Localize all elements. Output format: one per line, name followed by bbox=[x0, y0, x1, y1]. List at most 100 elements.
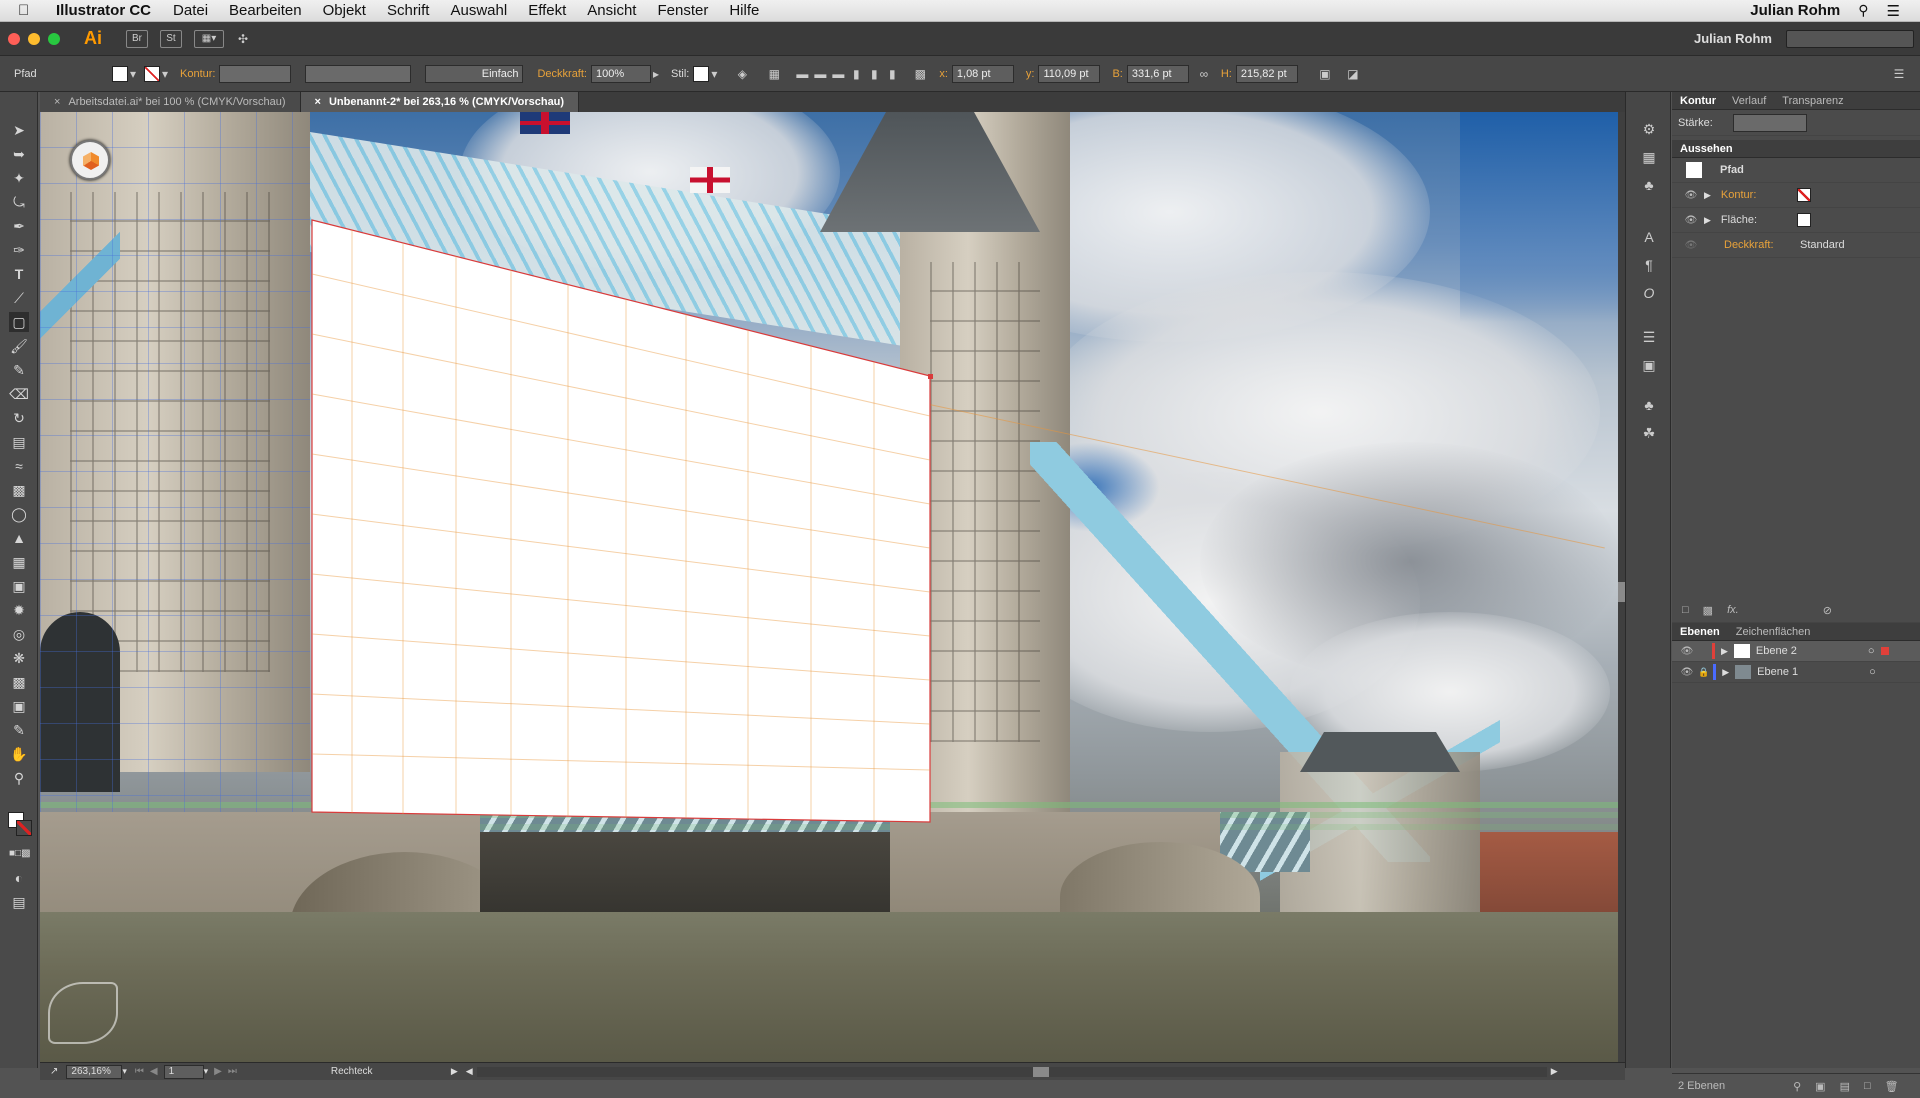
scroll-left-icon[interactable]: ◀ bbox=[466, 1066, 473, 1077]
stroke-color-chip[interactable] bbox=[16, 820, 32, 836]
close-tab-icon[interactable]: × bbox=[54, 96, 60, 108]
paragraph-icon[interactable]: ¶ bbox=[1640, 256, 1658, 274]
tab-verlauf[interactable]: Verlauf bbox=[1732, 95, 1766, 107]
add-fill-icon[interactable]: ▩ bbox=[1703, 604, 1713, 617]
export-icon[interactable]: ↗ bbox=[50, 1066, 58, 1077]
arrange-documents-icon[interactable]: ▦▾ bbox=[194, 29, 224, 48]
tab-unbenannt-2[interactable]: × Unbenannt-2* bei 263,16 % (CMYK/Vorsch… bbox=[300, 92, 580, 112]
appearance-row-fill[interactable]: 👁 ▶ Fläche: bbox=[1672, 208, 1920, 233]
stroke-none-swatch[interactable] bbox=[1796, 188, 1811, 202]
menu-effekt[interactable]: Effekt bbox=[528, 2, 566, 19]
zoom-dropdown-icon[interactable]: ▾ bbox=[122, 1066, 127, 1077]
screen-mode-icon[interactable]: ▤ bbox=[9, 892, 29, 912]
recolor-artwork-icon[interactable]: ◈ bbox=[733, 65, 751, 83]
symbols-icon[interactable]: ♣ bbox=[1640, 176, 1658, 194]
brush-definition-field[interactable]: Einfach bbox=[425, 64, 524, 83]
layer-name[interactable]: Ebene 1 bbox=[1757, 666, 1857, 678]
perspective-plane-widget[interactable] bbox=[70, 140, 110, 180]
opacity-label[interactable]: Deckkraft: bbox=[537, 68, 587, 80]
workspace-user[interactable]: Julian Rohm bbox=[1694, 31, 1772, 46]
hand-tool-icon[interactable]: ✋ bbox=[9, 744, 29, 764]
first-artboard-icon[interactable]: ⏮ bbox=[135, 1066, 144, 1077]
layer-target-icon[interactable]: ○ bbox=[1869, 666, 1876, 678]
paintbrush-tool-icon[interactable]: 🖌 bbox=[9, 336, 29, 356]
visibility-eye-icon[interactable]: 👁 bbox=[1682, 190, 1700, 201]
width-tool-icon[interactable]: ≈ bbox=[9, 456, 29, 476]
control-bar-menu-icon[interactable]: ☰ bbox=[1890, 65, 1908, 83]
drawing-mode-icon[interactable]: ◐ bbox=[9, 868, 29, 888]
menu-bearbeiten[interactable]: Bearbeiten bbox=[229, 2, 302, 19]
menu-hilfe[interactable]: Hilfe bbox=[729, 2, 759, 19]
appearance-row-stroke[interactable]: 👁 ▶ Kontur: bbox=[1672, 183, 1920, 208]
vertical-scrollbar[interactable] bbox=[1618, 112, 1625, 1062]
tab-arbeitsdatei[interactable]: × Arbeitsdatei.ai* bei 100 % (CMYK/Vorsc… bbox=[40, 92, 301, 112]
new-layer-icon[interactable]: □ bbox=[1864, 1080, 1871, 1092]
tab-zeichenflaechen[interactable]: Zeichenflächen bbox=[1736, 626, 1811, 638]
opacity-arrow-icon[interactable]: ▸ bbox=[651, 65, 661, 83]
spotlight-search-icon[interactable]: ⚲ bbox=[1858, 2, 1868, 19]
layer-target-icon[interactable]: ○ bbox=[1868, 645, 1875, 657]
fill-dropdown-icon[interactable]: ▾ bbox=[128, 65, 138, 83]
fill-white-swatch[interactable] bbox=[1796, 213, 1811, 227]
minimize-window-icon[interactable] bbox=[28, 32, 40, 45]
artboard-tool-icon[interactable]: ▣ bbox=[9, 696, 29, 716]
menubar-user[interactable]: Julian Rohm bbox=[1750, 2, 1840, 19]
free-transform-tool-icon[interactable]: ▩ bbox=[9, 480, 29, 500]
apple-icon[interactable]:  bbox=[18, 2, 40, 19]
layer-visibility-icon[interactable]: 👁 bbox=[1678, 646, 1696, 657]
height-field[interactable]: 215,82 pt bbox=[1235, 64, 1298, 83]
stroke-weight-input[interactable] bbox=[1732, 113, 1807, 132]
close-window-icon[interactable] bbox=[8, 32, 20, 45]
next-artboard-icon[interactable]: ▶ bbox=[214, 1066, 222, 1077]
scroll-right-icon[interactable]: ▶ bbox=[1551, 1066, 1558, 1077]
pathfinder-icon[interactable]: ▣ bbox=[1640, 356, 1658, 374]
graphic-styles-icon[interactable]: ♣ bbox=[1640, 396, 1658, 414]
graph-tool-icon[interactable]: ▩ bbox=[9, 672, 29, 692]
stroke-weight-field[interactable] bbox=[219, 64, 292, 83]
appearance-stroke-label[interactable]: Kontur: bbox=[1721, 189, 1793, 201]
add-effect-icon[interactable]: fx. bbox=[1727, 604, 1739, 616]
notification-list-icon[interactable]: ☰ bbox=[1887, 2, 1900, 20]
align-right-icon[interactable]: ▬ bbox=[829, 65, 847, 83]
eraser-tool-icon[interactable]: ⌫ bbox=[9, 384, 29, 404]
appearance-row-opacity[interactable]: 👁 Deckkraft: Standard bbox=[1672, 233, 1920, 258]
layer-row[interactable]: 👁 🔒 ▶ Ebene 1 ○ bbox=[1672, 662, 1920, 683]
menu-objekt[interactable]: Objekt bbox=[323, 2, 366, 19]
expand-arrow-icon[interactable]: ▶ bbox=[1704, 215, 1711, 226]
layer-lock-icon[interactable]: 🔒 bbox=[1698, 667, 1709, 678]
add-stroke-icon[interactable]: □ bbox=[1682, 604, 1689, 616]
tab-ebenen[interactable]: Ebenen bbox=[1680, 626, 1720, 638]
visibility-eye-icon[interactable]: 👁 bbox=[1682, 240, 1700, 251]
fill-swatch[interactable] bbox=[112, 65, 128, 82]
align-bottom-icon[interactable]: ▮ bbox=[883, 65, 901, 83]
x-position-field[interactable]: 1,08 pt bbox=[951, 64, 1014, 83]
align-middle-icon[interactable]: ▮ bbox=[865, 65, 883, 83]
align-top-icon[interactable]: ▮ bbox=[847, 65, 865, 83]
appearance-fill-label[interactable]: Fläche: bbox=[1721, 214, 1793, 226]
color-mode-icon[interactable]: ■□▩ bbox=[9, 844, 31, 864]
tab-kontur[interactable]: Kontur bbox=[1680, 95, 1716, 107]
shape-builder-tool-icon[interactable]: ◯ bbox=[9, 504, 29, 524]
isolate-object-icon[interactable]: ◪ bbox=[1344, 65, 1362, 83]
style-dropdown-icon[interactable]: ▾ bbox=[709, 65, 719, 83]
y-position-field[interactable]: 110,09 pt bbox=[1038, 64, 1101, 83]
opacity-field[interactable]: 100% bbox=[590, 64, 651, 83]
rotate-tool-icon[interactable]: ↻ bbox=[9, 408, 29, 428]
zoom-level-field[interactable]: 263,16% bbox=[66, 1064, 123, 1079]
scroll-thumb[interactable] bbox=[1032, 1066, 1049, 1077]
artboard-dropdown-icon[interactable]: ▾ bbox=[204, 1066, 209, 1077]
bridge-button[interactable]: Br bbox=[126, 29, 148, 48]
character-icon[interactable]: A bbox=[1640, 228, 1658, 246]
appearance-title[interactable]: Aussehen bbox=[1680, 143, 1733, 155]
mesh-tool-icon[interactable]: ▦ bbox=[9, 552, 29, 572]
reference-point-icon[interactable]: ▩ bbox=[911, 65, 929, 83]
magic-wand-tool-icon[interactable]: ✦ bbox=[9, 168, 29, 188]
stock-button[interactable]: St bbox=[160, 29, 182, 48]
stroke-dropdown-icon[interactable]: ▾ bbox=[160, 65, 170, 83]
pen-tool-icon[interactable]: ✒ bbox=[9, 216, 29, 236]
status-menu-arrow-icon[interactable]: ▶ bbox=[451, 1066, 458, 1077]
eyedropper-tool-icon[interactable]: ✹ bbox=[9, 600, 29, 620]
selection-tool-icon[interactable]: ➤ bbox=[9, 120, 29, 140]
variable-width-profile[interactable] bbox=[305, 64, 412, 83]
stroke-swatch[interactable] bbox=[144, 65, 160, 82]
